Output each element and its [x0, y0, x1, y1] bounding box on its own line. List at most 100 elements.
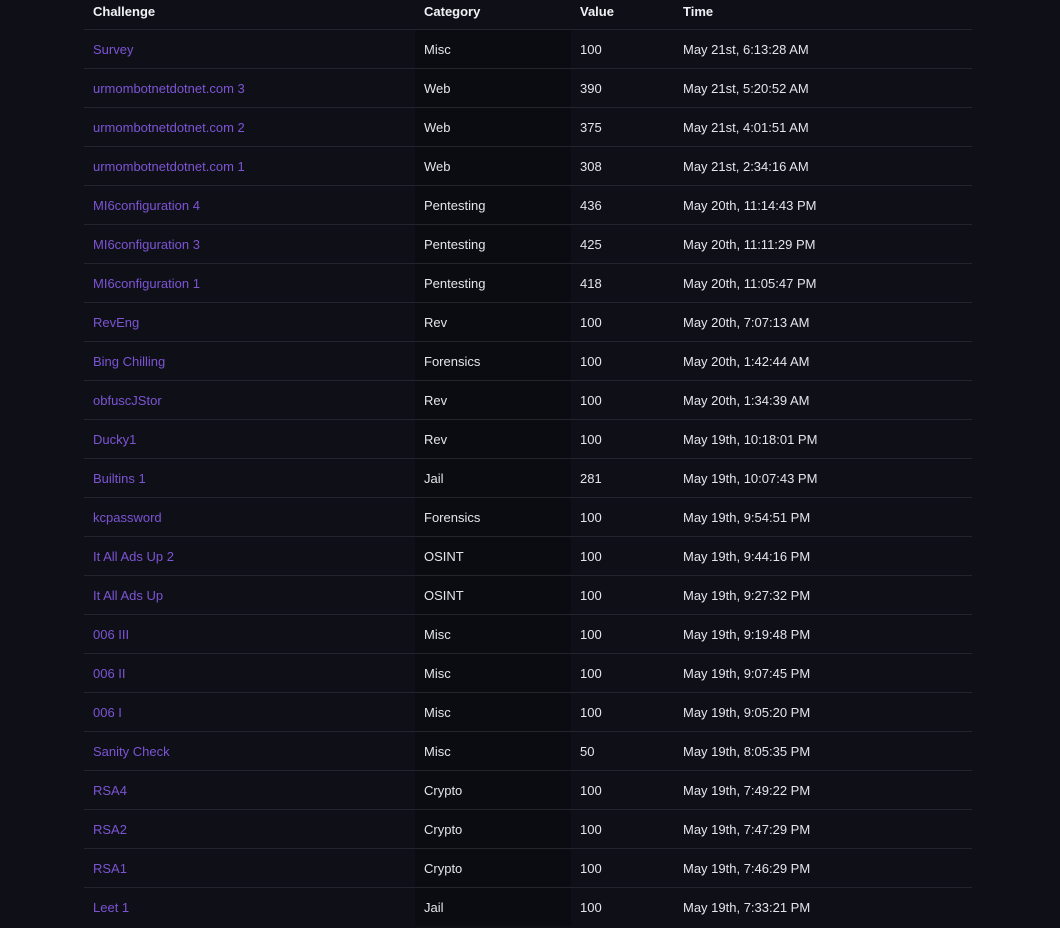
challenge-link[interactable]: urmombotnetdotnet.com 2 — [93, 120, 245, 135]
table-row: 006 III Misc 100 May 19th, 9:19:48 PM — [84, 614, 972, 654]
column-header-category[interactable]: Category — [415, 0, 571, 30]
value-cell: 100 — [571, 536, 674, 576]
table-row: Survey Misc 100 May 21st, 6:13:28 AM — [84, 29, 972, 69]
header-row: Challenge Category Value Time — [84, 0, 972, 30]
category-cell: OSINT — [415, 575, 571, 615]
table-row: It All Ads Up 2 OSINT 100 May 19th, 9:44:16… — [84, 536, 972, 576]
category-cell: Forensics — [415, 497, 571, 537]
challenge-link[interactable]: Sanity Check — [93, 744, 170, 759]
time-cell: May 20th, 1:42:44 AM — [674, 341, 972, 381]
category-cell: Misc — [415, 614, 571, 654]
time-cell: May 19th, 9:07:45 PM — [674, 653, 972, 693]
challenge-link[interactable]: It All Ads Up 2 — [93, 549, 174, 564]
challenge-link[interactable]: kcpassword — [93, 510, 162, 525]
value-cell: 308 — [571, 146, 674, 186]
time-cell: May 20th, 7:07:13 AM — [674, 302, 972, 342]
value-cell: 50 — [571, 731, 674, 771]
category-cell: Web — [415, 107, 571, 147]
value-cell: 100 — [571, 848, 674, 888]
value-cell: 100 — [571, 341, 674, 381]
challenge-cell: Sanity Check — [84, 731, 415, 771]
table-row: MI6configuration 1 Pentesting 418 May 20th,… — [84, 263, 972, 303]
challenge-link[interactable]: 006 II — [93, 666, 126, 681]
challenge-link[interactable]: 006 III — [93, 627, 129, 642]
challenge-cell: RSA4 — [84, 770, 415, 810]
category-cell: Forensics — [415, 341, 571, 381]
column-header-time[interactable]: Time — [674, 0, 972, 30]
time-cell: May 21st, 6:13:28 AM — [674, 29, 972, 69]
challenge-link[interactable]: RevEng — [93, 315, 139, 330]
table-row: It All Ads Up OSINT 100 May 19th, 9:27:32 P… — [84, 575, 972, 615]
time-cell: May 19th, 9:44:16 PM — [674, 536, 972, 576]
challenge-link[interactable]: RSA1 — [93, 861, 127, 876]
challenge-cell: Ducky1 — [84, 419, 415, 459]
challenge-link[interactable]: Ducky1 — [93, 432, 136, 447]
challenge-link[interactable]: Bing Chilling — [93, 354, 165, 369]
challenge-cell: urmombotnetdotnet.com 3 — [84, 68, 415, 108]
table-row: urmombotnetdotnet.com 1 Web 308 May 21st, 2… — [84, 146, 972, 186]
table-row: urmombotnetdotnet.com 3 Web 390 May 21st, 5… — [84, 68, 972, 108]
challenge-link[interactable]: urmombotnetdotnet.com 3 — [93, 81, 245, 96]
challenge-link[interactable]: RSA2 — [93, 822, 127, 837]
category-cell: Misc — [415, 692, 571, 732]
column-header-challenge[interactable]: Challenge — [84, 0, 415, 30]
table-row: RSA1 Crypto 100 May 19th, 7:46:29 PM — [84, 848, 972, 888]
value-cell: 100 — [571, 692, 674, 732]
challenge-link[interactable]: MI6configuration 3 — [93, 237, 200, 252]
challenge-cell: RevEng — [84, 302, 415, 342]
table-row: Sanity Check Misc 50 May 19th, 8:05:35 PM — [84, 731, 972, 771]
value-cell: 100 — [571, 497, 674, 537]
table-row: MI6configuration 4 Pentesting 436 May 20th,… — [84, 185, 972, 225]
time-cell: May 19th, 10:07:43 PM — [674, 458, 972, 498]
table-row: kcpassword Forensics 100 May 19th, 9:54:51 … — [84, 497, 972, 537]
challenge-cell: MI6configuration 3 — [84, 224, 415, 264]
category-cell: Jail — [415, 887, 571, 926]
category-cell: Web — [415, 68, 571, 108]
time-cell: May 19th, 9:27:32 PM — [674, 575, 972, 615]
table-row: MI6configuration 3 Pentesting 425 May 20th,… — [84, 224, 972, 264]
time-cell: May 21st, 4:01:51 AM — [674, 107, 972, 147]
challenge-cell: 006 I — [84, 692, 415, 732]
challenge-link[interactable]: 006 I — [93, 705, 122, 720]
column-header-value[interactable]: Value — [571, 0, 674, 30]
value-cell: 418 — [571, 263, 674, 303]
time-cell: May 19th, 9:19:48 PM — [674, 614, 972, 654]
category-cell: Pentesting — [415, 185, 571, 225]
challenge-link[interactable]: MI6configuration 1 — [93, 276, 200, 291]
table-row: obfuscJStor Rev 100 May 20th, 1:34:39 AM — [84, 380, 972, 420]
challenge-cell: RSA1 — [84, 848, 415, 888]
time-cell: May 19th, 10:18:01 PM — [674, 419, 972, 459]
challenge-link[interactable]: Leet 1 — [93, 900, 129, 915]
value-cell: 100 — [571, 770, 674, 810]
value-cell: 425 — [571, 224, 674, 264]
table-header: Challenge Category Value Time — [84, 0, 972, 30]
challenge-link[interactable]: Builtins 1 — [93, 471, 146, 486]
time-cell: May 20th, 11:11:29 PM — [674, 224, 972, 264]
challenge-link[interactable]: MI6configuration 4 — [93, 198, 200, 213]
value-cell: 100 — [571, 302, 674, 342]
challenge-link[interactable]: RSA4 — [93, 783, 127, 798]
category-cell: Web — [415, 146, 571, 186]
time-cell: May 19th, 7:49:22 PM — [674, 770, 972, 810]
challenge-link[interactable]: urmombotnetdotnet.com 1 — [93, 159, 245, 174]
challenge-link[interactable]: It All Ads Up — [93, 588, 163, 603]
value-cell: 281 — [571, 458, 674, 498]
table-row: Ducky1 Rev 100 May 19th, 10:18:01 PM — [84, 419, 972, 459]
challenge-cell: MI6configuration 1 — [84, 263, 415, 303]
table-row: 006 I Misc 100 May 19th, 9:05:20 PM — [84, 692, 972, 732]
table-body: Survey Misc 100 May 21st, 6:13:28 AM urmombo… — [84, 29, 972, 926]
challenge-cell: 006 III — [84, 614, 415, 654]
category-cell: Crypto — [415, 848, 571, 888]
value-cell: 100 — [571, 809, 674, 849]
challenge-cell: urmombotnetdotnet.com 2 — [84, 107, 415, 147]
value-cell: 390 — [571, 68, 674, 108]
time-cell: May 19th, 9:54:51 PM — [674, 497, 972, 537]
category-cell: OSINT — [415, 536, 571, 576]
challenge-link[interactable]: obfuscJStor — [93, 393, 162, 408]
category-cell: Crypto — [415, 809, 571, 849]
challenge-cell: urmombotnetdotnet.com 1 — [84, 146, 415, 186]
category-cell: Pentesting — [415, 224, 571, 264]
challenge-link[interactable]: Survey — [93, 42, 133, 57]
challenge-cell: kcpassword — [84, 497, 415, 537]
category-cell: Jail — [415, 458, 571, 498]
